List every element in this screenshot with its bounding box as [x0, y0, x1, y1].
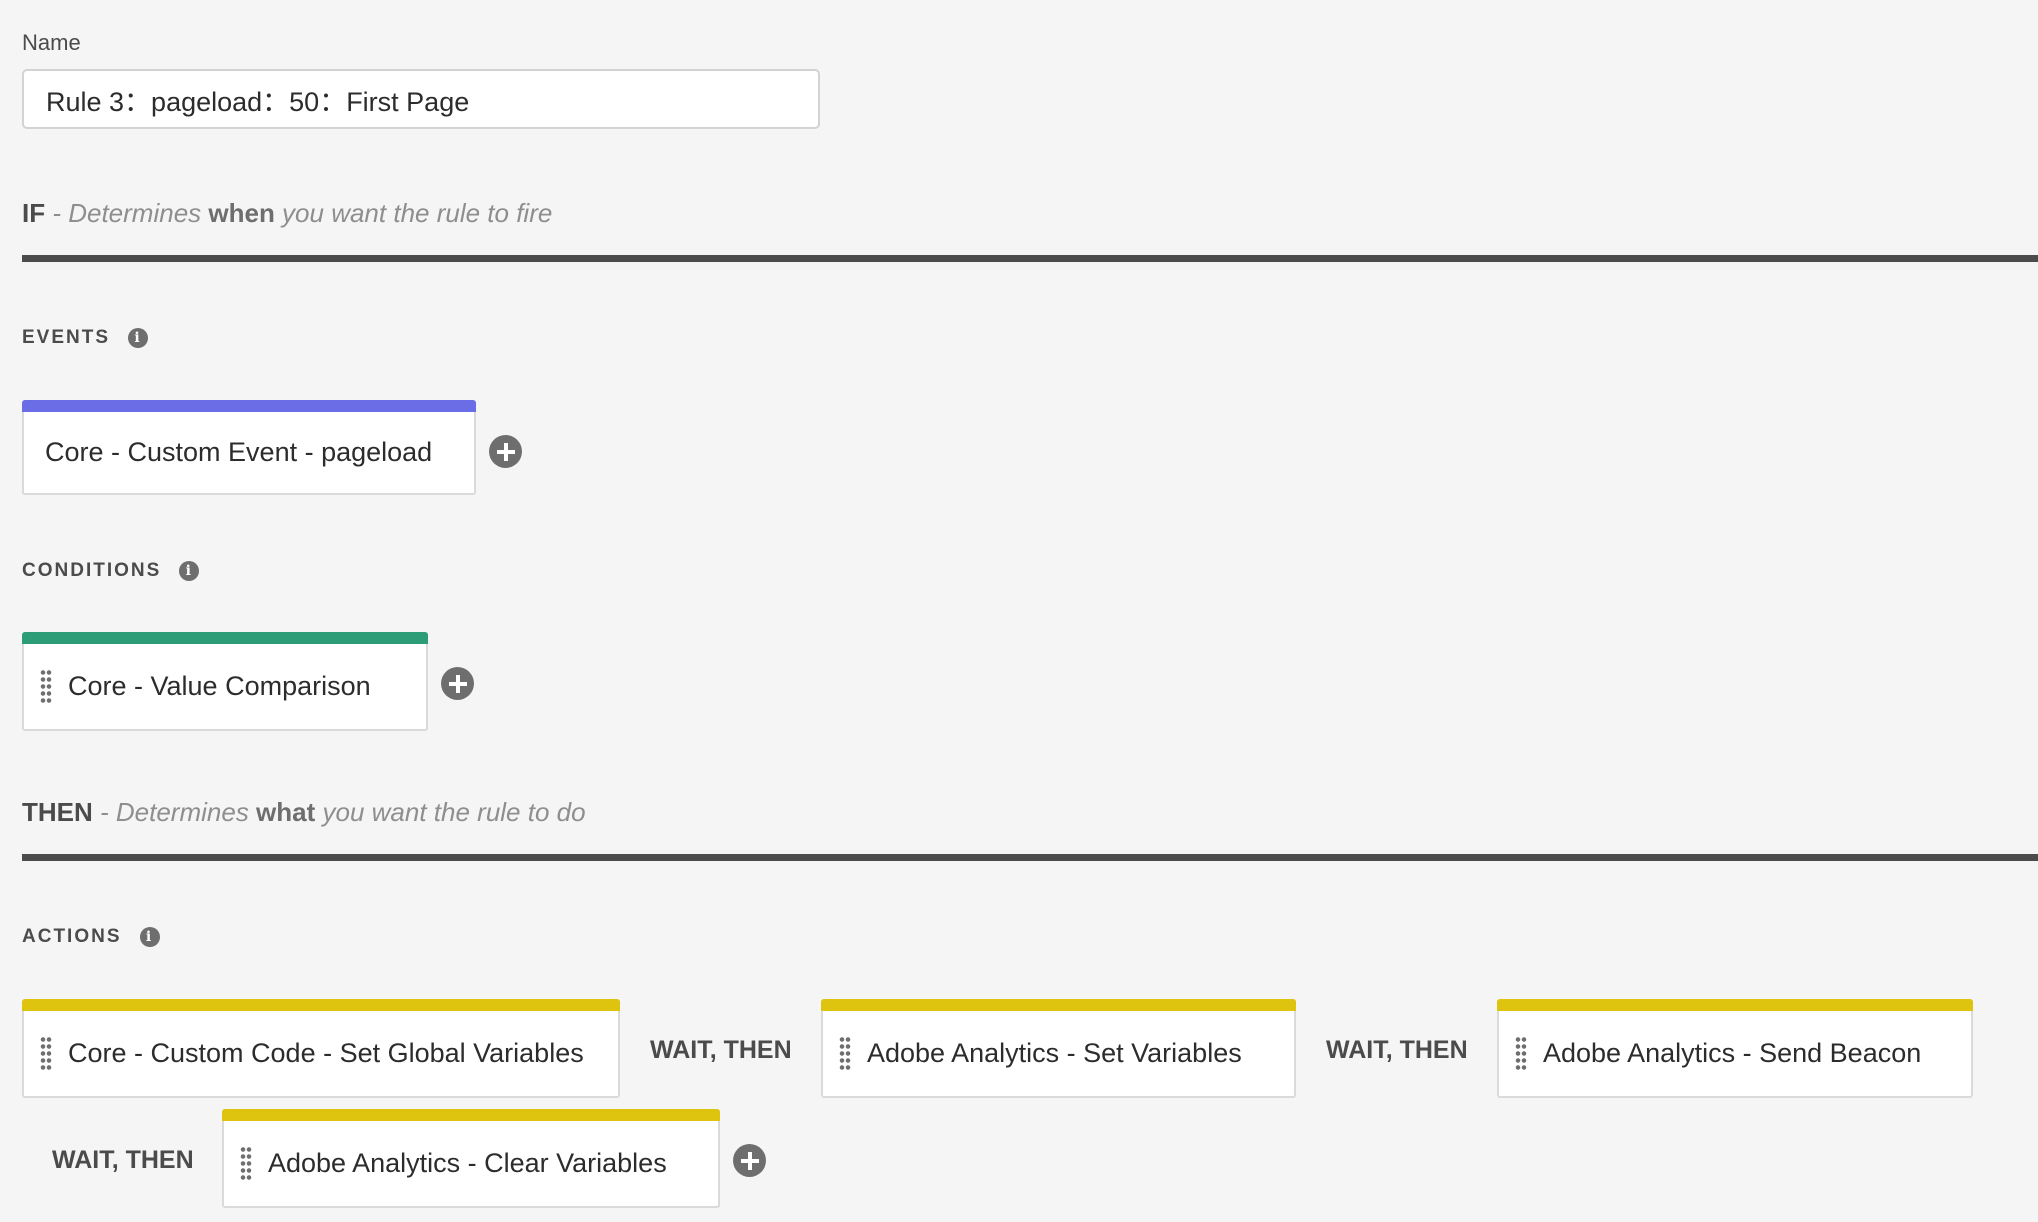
- condition-card-label: Core - Value Comparison: [68, 671, 371, 701]
- then-desc-post: you want the rule to do: [315, 797, 586, 827]
- action-card-3[interactable]: Adobe Analytics - Send Beacon: [1497, 999, 1973, 1098]
- if-desc-post: you want the rule to fire: [274, 198, 553, 228]
- then-desc-emphasis: what: [256, 797, 316, 827]
- action-card-color-bar: [821, 999, 1296, 1011]
- name-field-label: Name: [22, 30, 81, 55]
- action-card-4[interactable]: Adobe Analytics - Clear Variables: [222, 1109, 720, 1208]
- drag-handle-icon[interactable]: [1515, 1035, 1527, 1072]
- drag-handle-icon[interactable]: [40, 1035, 52, 1072]
- drag-handle-icon[interactable]: [40, 668, 52, 705]
- if-desc-pre: - Determines: [45, 198, 209, 228]
- events-label: EVENTS i: [22, 327, 149, 349]
- wait-then-connector: WAIT, THEN: [52, 1146, 194, 1174]
- then-desc-pre: - Determines: [92, 797, 257, 827]
- then-section-heading: THEN - Determines what you want the rule…: [22, 797, 586, 828]
- if-section-heading: IF - Determines when you want the rule t…: [22, 198, 552, 229]
- action-card-label: Adobe Analytics - Clear Variables: [268, 1148, 667, 1178]
- if-keyword: IF: [22, 198, 46, 228]
- info-icon[interactable]: i: [139, 927, 160, 947]
- drag-handle-icon[interactable]: [839, 1035, 851, 1072]
- info-icon[interactable]: i: [128, 328, 149, 348]
- action-card-2[interactable]: Adobe Analytics - Set Variables: [821, 999, 1296, 1098]
- action-card-color-bar: [22, 999, 620, 1011]
- action-card-color-bar: [222, 1109, 720, 1121]
- drag-handle-icon[interactable]: [240, 1145, 252, 1182]
- rule-name-input[interactable]: [22, 69, 820, 129]
- wait-then-connector: WAIT, THEN: [1326, 1036, 1468, 1064]
- actions-label-text: ACTIONS: [22, 926, 122, 947]
- action-card-1[interactable]: Core - Custom Code - Set Global Variable…: [22, 999, 620, 1098]
- add-action-plus-circle-icon[interactable]: [733, 1144, 766, 1177]
- event-card[interactable]: Core - Custom Event - pageload: [22, 400, 476, 495]
- actions-label: ACTIONS i: [22, 926, 160, 948]
- action-card-color-bar: [1497, 999, 1973, 1011]
- add-event-plus-circle-icon[interactable]: [489, 435, 522, 468]
- event-card-color-bar: [22, 400, 476, 412]
- if-divider: [22, 255, 2038, 262]
- event-card-label: Core - Custom Event - pageload: [45, 437, 433, 467]
- action-card-label: Core - Custom Code - Set Global Variable…: [68, 1038, 584, 1068]
- wait-then-connector: WAIT, THEN: [650, 1036, 792, 1064]
- condition-card[interactable]: Core - Value Comparison: [22, 632, 428, 731]
- add-condition-plus-circle-icon[interactable]: [441, 667, 474, 700]
- then-divider: [22, 854, 2038, 861]
- conditions-label: CONDITIONS i: [22, 560, 200, 582]
- info-icon[interactable]: i: [179, 561, 200, 581]
- conditions-label-text: CONDITIONS: [22, 560, 162, 581]
- action-card-label: Adobe Analytics - Set Variables: [867, 1038, 1242, 1068]
- if-desc-emphasis: when: [208, 198, 275, 228]
- action-card-label: Adobe Analytics - Send Beacon: [1543, 1038, 1922, 1068]
- events-label-text: EVENTS: [22, 327, 111, 348]
- then-keyword: THEN: [22, 797, 93, 827]
- condition-card-color-bar: [22, 632, 428, 644]
